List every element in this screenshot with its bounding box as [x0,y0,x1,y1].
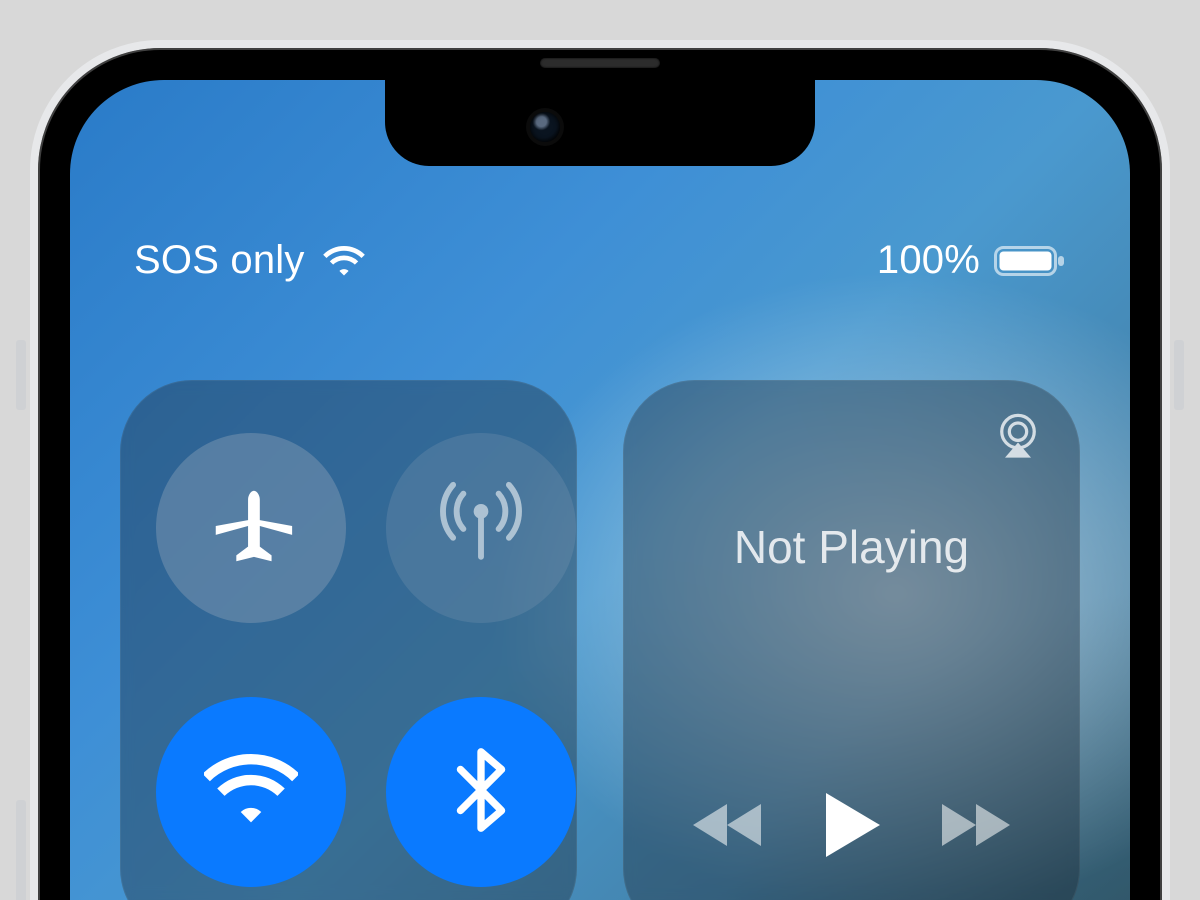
battery-percent-text: 100% [877,238,980,283]
iphone-device-frame: SOS only 100% [30,40,1170,900]
previous-track-button[interactable] [683,780,773,870]
wifi-icon [323,245,365,277]
transport-controls [623,780,1080,870]
side-button [1174,340,1184,410]
now-playing-label: Not Playing [734,520,969,574]
control-center-row: Not Playing [120,380,1080,900]
wifi-icon [204,743,298,842]
bluetooth-icon [434,743,528,842]
display-notch [385,80,815,166]
carrier-status-text: SOS only [134,238,305,283]
mute-switch [16,340,26,410]
front-camera [530,112,560,142]
rewind-icon [689,800,767,850]
media-panel-inner: Not Playing [623,380,1080,900]
bluetooth-toggle[interactable] [386,697,576,887]
airplay-icon [992,410,1044,467]
airplane-icon [204,479,298,578]
status-bar: SOS only 100% [70,238,1130,283]
screen: SOS only 100% [70,80,1130,900]
next-track-button[interactable] [930,780,1020,870]
status-bar-right: 100% [877,238,1066,283]
airplay-button[interactable] [990,410,1046,466]
fast-forward-icon [936,800,1014,850]
connectivity-panel[interactable] [120,380,577,900]
airplane-mode-toggle[interactable] [156,433,346,623]
connectivity-grid [156,416,541,900]
volume-button [16,800,26,900]
play-icon [820,789,884,861]
wifi-toggle[interactable] [156,697,346,887]
battery-full-icon [994,244,1066,278]
phone-frame: SOS only 100% [30,40,1170,900]
status-bar-left: SOS only [134,238,365,283]
play-button[interactable] [807,780,897,870]
media-panel[interactable]: Not Playing [623,380,1080,900]
antenna-icon [434,479,528,578]
cellular-data-toggle[interactable] [386,433,576,623]
bezel: SOS only 100% [38,48,1162,900]
